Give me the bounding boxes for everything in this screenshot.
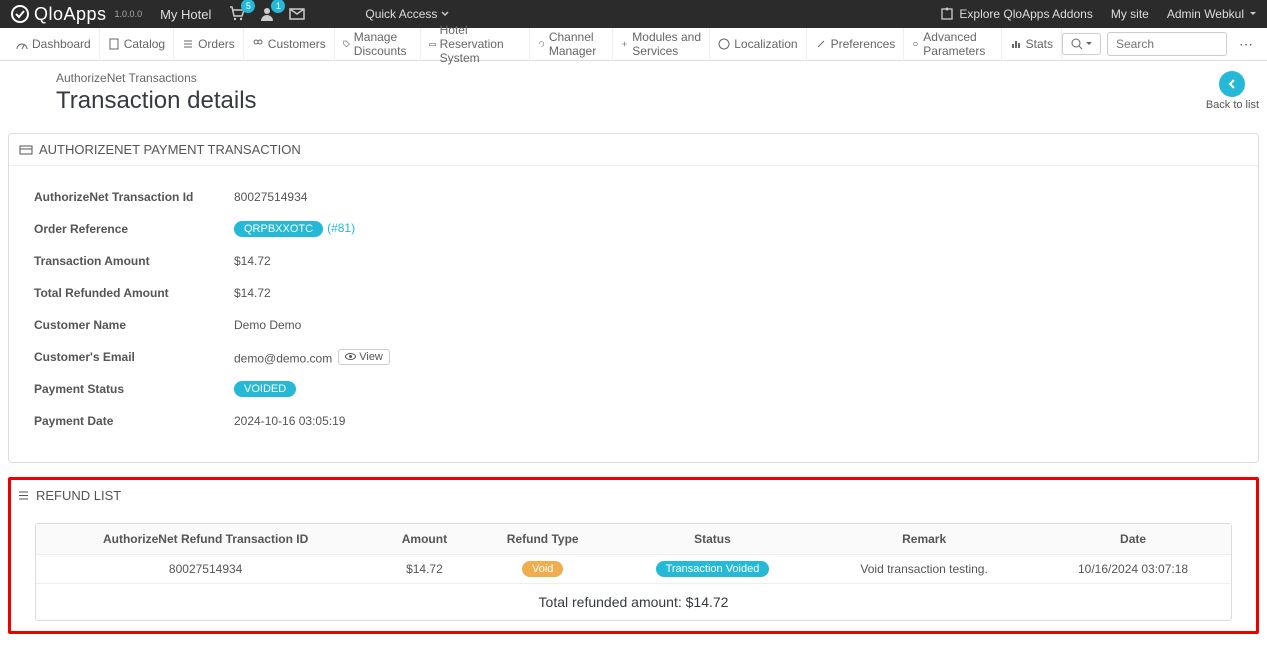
nav-catalog[interactable]: Catalog bbox=[100, 28, 174, 61]
admin-user-label: Admin Webkul bbox=[1167, 7, 1244, 21]
nav-customers[interactable]: Customers bbox=[244, 28, 335, 61]
nav-localization[interactable]: Localization bbox=[710, 28, 806, 61]
envelope-icon[interactable] bbox=[289, 6, 305, 22]
user-badge: 1 bbox=[271, 0, 285, 13]
plus-icon bbox=[621, 38, 628, 50]
caret-down-icon bbox=[1086, 41, 1092, 47]
back-to-list[interactable]: Back to list bbox=[1206, 71, 1259, 111]
label-cust-name: Customer Name bbox=[34, 318, 234, 332]
th-amount: Amount bbox=[375, 524, 473, 555]
nav-preferences[interactable]: Preferences bbox=[807, 28, 905, 61]
refund-type-pill: Void bbox=[522, 561, 563, 577]
label-order-ref: Order Reference bbox=[34, 222, 234, 236]
tachometer-icon bbox=[16, 38, 28, 50]
refresh-icon bbox=[538, 38, 545, 50]
value-txn-id: 80027514934 bbox=[234, 190, 307, 204]
page-header: AuthorizeNet Transactions Transaction de… bbox=[8, 71, 1259, 115]
panel-heading: AUTHORIZENET PAYMENT TRANSACTION bbox=[9, 134, 1258, 166]
search-input[interactable] bbox=[1107, 32, 1227, 56]
value-refunded: $14.72 bbox=[234, 286, 271, 300]
th-refund-id: AuthorizeNet Refund Transaction ID bbox=[36, 524, 375, 555]
user-icon[interactable]: 1 bbox=[259, 6, 275, 22]
value-pay-date: 2024-10-16 03:05:19 bbox=[234, 414, 345, 428]
chevron-down-icon bbox=[441, 10, 449, 18]
quick-access[interactable]: Quick Access bbox=[365, 7, 449, 21]
view-button[interactable]: View bbox=[338, 349, 390, 365]
navbar: Dashboard Catalog Orders Customers Manag… bbox=[0, 28, 1267, 61]
brand[interactable]: QloApps 1.0.0.0 bbox=[10, 4, 142, 25]
refund-heading: REFUND LIST bbox=[17, 486, 1250, 509]
cart-badge: 5 bbox=[241, 0, 255, 13]
book-icon bbox=[108, 38, 120, 50]
brand-name: QloApps bbox=[34, 4, 107, 25]
tag-icon bbox=[343, 38, 350, 50]
nav-dashboard[interactable]: Dashboard bbox=[8, 28, 100, 61]
order-ref-id[interactable]: (#81) bbox=[327, 221, 355, 235]
status-pill: VOIDED bbox=[234, 381, 296, 397]
order-ref-pill[interactable]: QRPBXXOTC bbox=[234, 221, 323, 237]
credit-card-icon bbox=[19, 143, 33, 157]
topbar: QloApps 1.0.0.0 My Hotel 5 1 Quick Acces… bbox=[0, 0, 1267, 28]
refund-table: AuthorizeNet Refund Transaction ID Amoun… bbox=[36, 524, 1231, 584]
label-refunded: Total Refunded Amount bbox=[34, 286, 234, 300]
th-remark: Remark bbox=[813, 524, 1035, 555]
value-txn-amount: $14.72 bbox=[234, 254, 271, 268]
th-refund-type: Refund Type bbox=[474, 524, 612, 555]
label-pay-date: Payment Date bbox=[34, 414, 234, 428]
value-cust-name: Demo Demo bbox=[234, 318, 301, 332]
label-pay-status: Payment Status bbox=[34, 382, 234, 396]
bar-chart-icon bbox=[1010, 38, 1022, 50]
list-icon bbox=[182, 38, 194, 50]
my-site[interactable]: My site bbox=[1111, 7, 1149, 21]
cart-icon[interactable]: 5 bbox=[229, 6, 245, 22]
td-refund-id: 80027514934 bbox=[36, 555, 375, 584]
caret-down-icon bbox=[1249, 10, 1257, 18]
search-button[interactable] bbox=[1062, 33, 1101, 55]
quick-access-label: Quick Access bbox=[365, 7, 437, 21]
nav-discounts[interactable]: Manage Discounts bbox=[335, 28, 421, 61]
brand-logo-icon bbox=[10, 4, 30, 24]
arrow-left-icon bbox=[1219, 71, 1245, 97]
td-date: 10/16/2024 03:07:18 bbox=[1035, 555, 1231, 584]
label-cust-email: Customer's Email bbox=[34, 350, 234, 364]
bed-icon bbox=[429, 38, 436, 50]
list-icon bbox=[17, 489, 30, 502]
search-icon bbox=[1071, 38, 1083, 50]
payment-transaction-panel: AUTHORIZENET PAYMENT TRANSACTION Authori… bbox=[8, 133, 1259, 463]
nav-channel[interactable]: Channel Manager bbox=[530, 28, 613, 61]
nav-stats[interactable]: Stats bbox=[1002, 28, 1062, 61]
nav-advanced[interactable]: Advanced Parameters bbox=[904, 28, 1001, 61]
version: 1.0.0.0 bbox=[115, 9, 143, 19]
admin-user[interactable]: Admin Webkul bbox=[1167, 7, 1257, 21]
eye-icon bbox=[345, 351, 356, 362]
value-cust-email: demo@demo.com bbox=[234, 351, 332, 365]
breadcrumb[interactable]: AuthorizeNet Transactions bbox=[56, 71, 1259, 85]
back-label: Back to list bbox=[1206, 99, 1259, 111]
users-icon bbox=[252, 38, 264, 50]
wrench-icon bbox=[815, 38, 827, 50]
puzzle-icon bbox=[940, 7, 954, 21]
nav-reservation[interactable]: Hotel Reservation System bbox=[421, 28, 530, 61]
refund-status-pill: Transaction Voided bbox=[656, 561, 770, 577]
table-row: 80027514934 $14.72 Void Transaction Void… bbox=[36, 555, 1231, 584]
total-refunded: Total refunded amount: $14.72 bbox=[36, 584, 1231, 620]
nav-modules[interactable]: Modules and Services bbox=[613, 28, 710, 61]
hotel-name[interactable]: My Hotel bbox=[160, 7, 211, 22]
label-txn-id: AuthorizeNet Transaction Id bbox=[34, 190, 234, 204]
nav-orders[interactable]: Orders bbox=[174, 28, 244, 61]
td-amount: $14.72 bbox=[375, 555, 473, 584]
cogs-icon bbox=[912, 38, 919, 50]
td-remark: Void transaction testing. bbox=[813, 555, 1035, 584]
globe-icon bbox=[718, 38, 730, 50]
th-status: Status bbox=[612, 524, 813, 555]
refund-list-panel: REFUND LIST AuthorizeNet Refund Transact… bbox=[8, 477, 1259, 634]
explore-addons[interactable]: Explore QloApps Addons bbox=[940, 7, 1092, 21]
th-date: Date bbox=[1035, 524, 1231, 555]
label-txn-amount: Transaction Amount bbox=[34, 254, 234, 268]
page-title: Transaction details bbox=[56, 87, 1259, 115]
explore-label: Explore QloApps Addons bbox=[959, 7, 1092, 21]
more-icon[interactable]: ⋯ bbox=[1233, 36, 1259, 53]
